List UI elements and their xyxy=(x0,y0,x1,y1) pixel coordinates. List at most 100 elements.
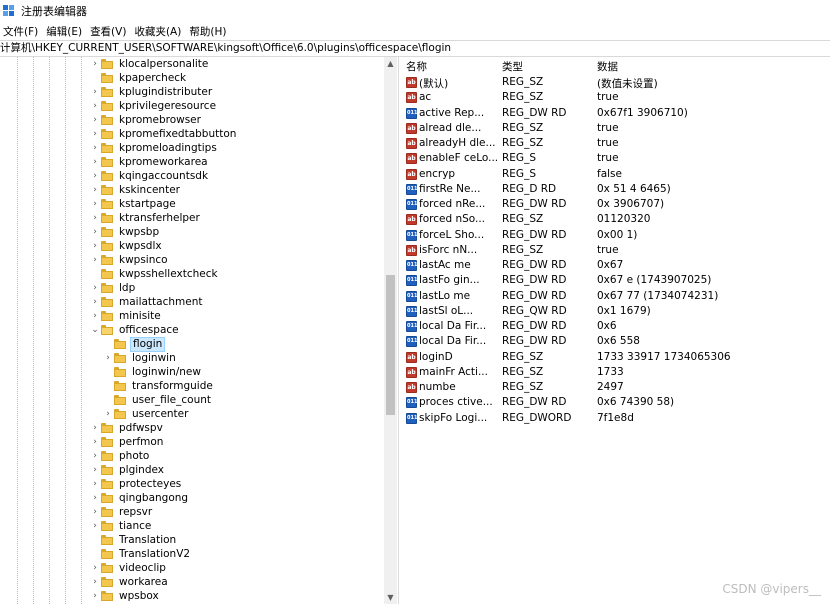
tree-item[interactable]: › pdfwspv xyxy=(93,421,165,435)
chevron-right-icon[interactable]: › xyxy=(90,155,100,169)
tree-item[interactable]: › kskincenter xyxy=(93,183,182,197)
tree-item[interactable]: › wpsbox xyxy=(93,589,161,603)
chevron-right-icon[interactable]: › xyxy=(90,589,100,603)
scroll-up-icon[interactable]: ▲ xyxy=(384,57,397,70)
value-row[interactable]: ab encryp REG_S false xyxy=(400,167,830,182)
tree-item[interactable]: › kplugindistributer xyxy=(93,85,214,99)
tree-item[interactable]: › plgindex xyxy=(93,463,166,477)
menu-favorites[interactable]: 收藏夹(A) xyxy=(131,24,186,39)
value-row[interactable]: 011 lastLo me REG_DW RD 0x67 77 (1734074231… xyxy=(400,289,830,304)
tree-item[interactable]: › kwpsbp xyxy=(93,225,161,239)
value-row[interactable]: ab enableF ceLo... REG_S true xyxy=(400,151,830,166)
value-row[interactable]: 011 active Rep... REG_DW RD 0x67f1 3906710) xyxy=(400,106,830,121)
tree-item[interactable]: TranslationV2 xyxy=(101,547,192,561)
tree-item[interactable]: › photo xyxy=(93,449,151,463)
value-row[interactable]: ab isForc nN... REG_SZ true xyxy=(400,243,830,258)
tree-item[interactable]: user_file_count xyxy=(114,393,213,407)
tree-item[interactable]: › kpromefixedtabbutton xyxy=(93,127,238,141)
chevron-right-icon[interactable]: › xyxy=(90,211,100,225)
chevron-right-icon[interactable]: › xyxy=(90,183,100,197)
tree-item[interactable]: › tiance xyxy=(93,519,153,533)
tree-item[interactable]: transformguide xyxy=(114,379,215,393)
chevron-down-icon[interactable]: ⌄ xyxy=(90,323,100,337)
value-row[interactable]: 011 lastFo gin... REG_DW RD 0x67 e (1743907… xyxy=(400,273,830,288)
value-row[interactable]: 011 lastAc me REG_DW RD 0x67 xyxy=(400,258,830,273)
chevron-right-icon[interactable]: › xyxy=(90,309,100,323)
chevron-right-icon[interactable]: › xyxy=(90,575,100,589)
chevron-right-icon[interactable]: › xyxy=(90,449,100,463)
tree-item[interactable]: › kwpsdlx xyxy=(93,239,164,253)
chevron-right-icon[interactable]: › xyxy=(90,295,100,309)
chevron-right-icon[interactable]: › xyxy=(90,113,100,127)
value-row[interactable]: ab (默认) REG_SZ (数值未设置) xyxy=(400,75,830,90)
tree-item[interactable]: › kwpsinco xyxy=(93,253,170,267)
tree-item[interactable]: › kpromeworkarea xyxy=(93,155,210,169)
value-row[interactable]: 011 forced nRe... REG_DW RD 0x 3906707) xyxy=(400,197,830,212)
column-header-data[interactable]: 数据 xyxy=(597,59,618,74)
value-row[interactable]: ab ac REG_SZ true xyxy=(400,90,830,105)
menu-view[interactable]: 查看(V) xyxy=(87,24,131,39)
chevron-right-icon[interactable]: › xyxy=(90,519,100,533)
chevron-right-icon[interactable]: › xyxy=(90,169,100,183)
tree-item[interactable]: › qingbangong xyxy=(93,491,190,505)
tree-item[interactable]: › usercenter xyxy=(106,407,190,421)
address-bar[interactable]: 计算机\HKEY_CURRENT_USER\SOFTWARE\kingsoft\… xyxy=(0,40,830,57)
menu-help[interactable]: 帮助(H) xyxy=(186,24,231,39)
menu-file[interactable]: 文件(F) xyxy=(0,24,43,39)
chevron-right-icon[interactable]: › xyxy=(90,141,100,155)
tree-item[interactable]: ⌄ officespace xyxy=(91,323,181,337)
tree-item[interactable]: kwpsshellextcheck xyxy=(101,267,220,281)
column-header-name[interactable]: 名称 xyxy=(406,59,427,74)
value-row[interactable]: 011 skipFo Logi... REG_DWORD 7f1e8d xyxy=(400,411,830,426)
value-row[interactable]: ab alreadyH dle... REG_SZ true xyxy=(400,136,830,151)
value-row[interactable]: ab mainFr Acti... REG_SZ 1733 xyxy=(400,365,830,380)
value-row[interactable]: 011 proces ctive... REG_DW RD 0x6 74390 58) xyxy=(400,395,830,410)
chevron-right-icon[interactable]: › xyxy=(90,463,100,477)
tree-item[interactable]: › kstartpage xyxy=(93,197,178,211)
scroll-thumb[interactable] xyxy=(386,275,395,415)
chevron-right-icon[interactable]: › xyxy=(90,85,100,99)
tree-item[interactable]: › videoclip xyxy=(93,561,168,575)
tree-item[interactable]: › minisite xyxy=(93,309,163,323)
value-row[interactable]: ab loginD REG_SZ 1733 33917 1734065306 xyxy=(400,350,830,365)
column-header-type[interactable]: 类型 xyxy=(502,59,523,74)
tree-item[interactable]: › ldp xyxy=(93,281,137,295)
tree-item[interactable]: Translation xyxy=(101,533,178,547)
value-row[interactable]: 011 firstRe Ne... REG_D RD 0x 51 4 6465) xyxy=(400,182,830,197)
value-row[interactable]: 011 forceL Sho... REG_DW RD 0x00 1) xyxy=(400,228,830,243)
tree-item[interactable]: › loginwin xyxy=(106,351,178,365)
chevron-right-icon[interactable]: › xyxy=(90,421,100,435)
chevron-right-icon[interactable]: › xyxy=(90,99,100,113)
chevron-right-icon[interactable]: › xyxy=(103,351,113,365)
tree-item[interactable]: › kpromebrowser xyxy=(93,113,203,127)
chevron-right-icon[interactable]: › xyxy=(90,477,100,491)
chevron-right-icon[interactable]: › xyxy=(90,239,100,253)
menu-edit[interactable]: 编辑(E) xyxy=(43,24,87,39)
tree-item[interactable]: › klocalpersonalite xyxy=(93,57,210,71)
tree-item[interactable]: › kqingaccountsdk xyxy=(93,169,210,183)
chevron-right-icon[interactable]: › xyxy=(90,281,100,295)
chevron-right-icon[interactable]: › xyxy=(90,57,100,71)
value-row[interactable]: ab numbe REG_SZ 2497 xyxy=(400,380,830,395)
tree-item[interactable]: › perfmon xyxy=(93,435,165,449)
tree-item[interactable]: › workarea xyxy=(93,575,170,589)
chevron-right-icon[interactable]: › xyxy=(90,253,100,267)
chevron-right-icon[interactable]: › xyxy=(90,435,100,449)
tree-item[interactable]: › kprivilegeresource xyxy=(93,99,218,113)
chevron-right-icon[interactable]: › xyxy=(90,561,100,575)
tree-item[interactable]: › protecteyes xyxy=(93,477,183,491)
chevron-right-icon[interactable]: › xyxy=(90,127,100,141)
tree-item[interactable]: › ktransferhelper xyxy=(93,211,202,225)
tree-item[interactable]: › mailattachment xyxy=(93,295,205,309)
tree-item[interactable]: flogin xyxy=(114,336,166,352)
tree-scrollbar[interactable]: ▲ ▼ xyxy=(384,57,397,604)
value-row[interactable]: 011 local Da Fir... REG_DW RD 0x6 558 xyxy=(400,334,830,349)
tree-item[interactable]: › kpromeloadingtips xyxy=(93,141,219,155)
chevron-right-icon[interactable]: › xyxy=(90,491,100,505)
chevron-right-icon[interactable]: › xyxy=(90,505,100,519)
value-row[interactable]: 011 lastSl oL... REG_QW RD 0x1 1679) xyxy=(400,304,830,319)
tree-item[interactable]: loginwin/new xyxy=(114,365,203,379)
chevron-right-icon[interactable]: › xyxy=(90,197,100,211)
scroll-down-icon[interactable]: ▼ xyxy=(384,591,397,604)
value-row[interactable]: ab forced nSo... REG_SZ 01120320 xyxy=(400,212,830,227)
